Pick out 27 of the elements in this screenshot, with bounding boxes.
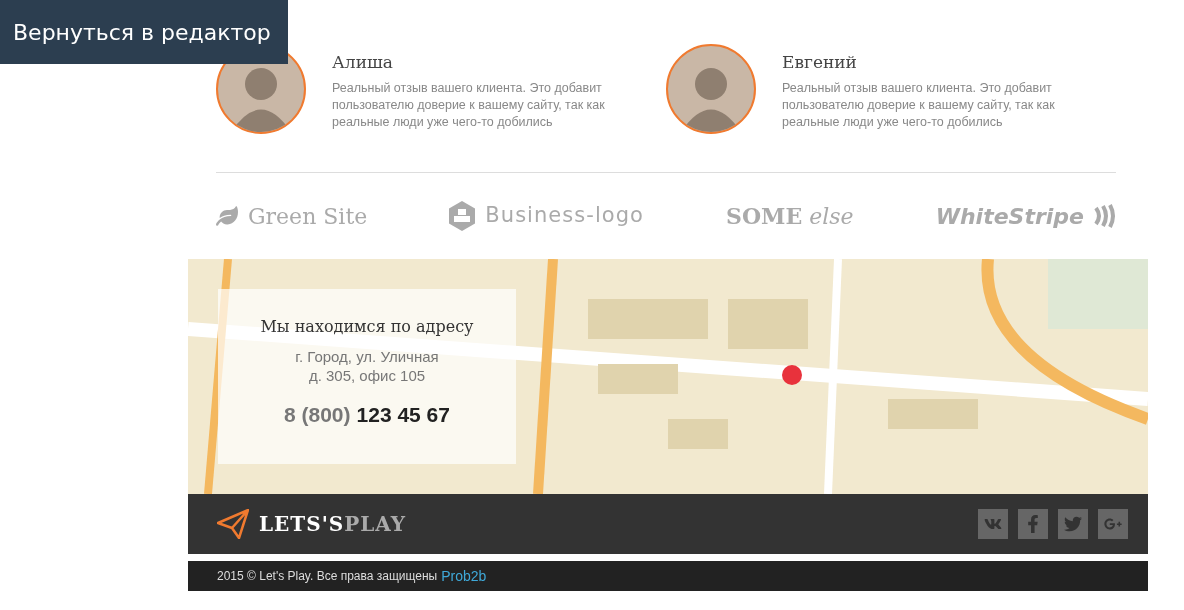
address-line: г. Город, ул. Уличная [295, 347, 439, 366]
testimonial-text: Реальный отзыв вашего клиента. Это добавит пользователю доверие к вашему сайту, так как реальные люди уже чего-то добились [332, 79, 606, 131]
twitter-button[interactable] [1058, 509, 1088, 539]
testimonial-name: Евгений [782, 51, 858, 74]
address-line: д. 305, офис 105 [308, 366, 426, 385]
testimonial-name: Алиша [332, 51, 394, 74]
partner-logo-text: WhiteStripe [935, 202, 1084, 231]
stripes-icon [1094, 204, 1116, 228]
hexagon-icon [449, 201, 476, 231]
partner-logo-text: Green Site [248, 202, 368, 231]
phone-number: 123 45 67 [356, 402, 450, 428]
leaf-icon [216, 205, 238, 227]
credit-link[interactable]: Prob2b [441, 565, 487, 587]
vk-button[interactable] [978, 509, 1008, 539]
copyright-text: 2015 © Let's Play. Все права защищены [217, 568, 438, 585]
back-to-editor-button[interactable]: Вернуться в редактор [0, 0, 288, 64]
google-button[interactable] [1098, 509, 1128, 539]
brand-name-primary: LETS'S [259, 511, 345, 538]
phone-code: 8 (800) [284, 402, 351, 428]
paper-plane-icon [217, 509, 249, 539]
partner-logo-text: SOME else [726, 201, 854, 231]
facebook-button[interactable] [1018, 509, 1048, 539]
brand-name-secondary: PLAY [344, 511, 407, 538]
partner-logo-text: Business-logo [485, 202, 644, 230]
testimonial-text: Реальный отзыв вашего клиента. Это добавит пользователю доверие к вашему сайту, так как реальные люди уже чего-то добились [782, 79, 1056, 131]
twitter-icon [1064, 515, 1082, 533]
address-title: Мы находимся по адресу [260, 316, 474, 338]
